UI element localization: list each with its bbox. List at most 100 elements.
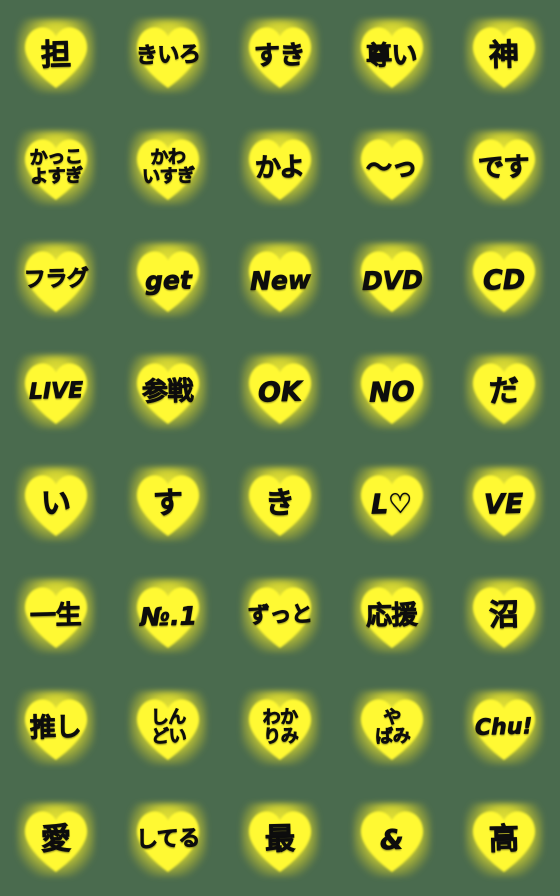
heart-sticker-r5c2[interactable]: す <box>129 467 207 541</box>
emoji-cell[interactable]: や ばみ <box>336 672 448 784</box>
heart-sticker-r5c3[interactable]: き <box>241 467 319 541</box>
emoji-label: DVD <box>361 264 423 296</box>
emoji-cell[interactable]: 応援 <box>336 560 448 672</box>
emoji-cell[interactable]: 一生 <box>0 560 112 672</box>
emoji-cell[interactable]: 〜っ <box>336 112 448 224</box>
heart-sticker-r2c3[interactable]: かよ <box>241 131 319 205</box>
heart-sticker-r4c3[interactable]: OK <box>241 355 319 429</box>
emoji-label: get <box>144 264 192 296</box>
emoji-cell[interactable]: DVD <box>336 224 448 336</box>
emoji-cell[interactable]: OK <box>224 336 336 448</box>
heart-sticker-r6c2[interactable]: №.1 <box>129 579 207 653</box>
emoji-cell[interactable]: きいろ <box>112 0 224 112</box>
heart-sticker-r2c5[interactable]: です <box>465 131 543 205</box>
emoji-cell[interactable]: してる <box>112 784 224 896</box>
emoji-label: Chu! <box>474 714 534 741</box>
emoji-cell[interactable]: しん どい <box>112 672 224 784</box>
emoji-grid: 担きいろ すき 尊い神かっこ よすぎ かわ いすぎ かよ 〜っ です フラグ get New DVD… <box>0 0 560 896</box>
emoji-cell[interactable]: かよ <box>224 112 336 224</box>
heart-sticker-r6c4[interactable]: 応援 <box>353 579 431 653</box>
emoji-cell[interactable]: №.1 <box>112 560 224 672</box>
emoji-cell[interactable]: & <box>336 784 448 896</box>
emoji-label: 〜っ <box>366 152 418 184</box>
emoji-cell[interactable]: 高 <box>448 784 560 896</box>
emoji-cell[interactable]: 愛 <box>0 784 112 896</box>
heart-sticker-r5c5[interactable]: VE <box>465 467 543 541</box>
emoji-cell[interactable]: 沼 <box>448 560 560 672</box>
emoji-cell[interactable]: すき <box>224 0 336 112</box>
emoji-cell[interactable]: い <box>0 448 112 560</box>
heart-sticker-r6c1[interactable]: 一生 <box>17 579 95 653</box>
heart-sticker-r1c5[interactable]: 神 <box>465 19 543 93</box>
heart-sticker-r4c1[interactable]: LIVE <box>17 355 95 429</box>
emoji-label: New <box>249 264 311 296</box>
emoji-cell[interactable]: Chu! <box>448 672 560 784</box>
heart-sticker-r8c3[interactable]: 最 <box>241 803 319 877</box>
heart-sticker-r2c4[interactable]: 〜っ <box>353 131 431 205</box>
emoji-label: だ <box>488 373 520 410</box>
heart-sticker-r1c3[interactable]: すき <box>241 19 319 93</box>
emoji-cell[interactable]: だ <box>448 336 560 448</box>
emoji-label: ずっと <box>247 602 313 629</box>
emoji-cell[interactable]: NO <box>336 336 448 448</box>
emoji-label: かわ いすぎ <box>141 146 195 188</box>
heart-sticker-r8c1[interactable]: 愛 <box>17 803 95 877</box>
emoji-cell[interactable]: き <box>224 448 336 560</box>
heart-sticker-r3c5[interactable]: CD <box>465 243 543 317</box>
heart-sticker-r8c5[interactable]: 高 <box>465 803 543 877</box>
heart-sticker-r8c2[interactable]: してる <box>129 803 207 877</box>
heart-sticker-r4c5[interactable]: だ <box>465 355 543 429</box>
heart-sticker-r6c3[interactable]: ずっと <box>241 579 319 653</box>
emoji-cell[interactable]: CD <box>448 224 560 336</box>
emoji-cell[interactable]: フラグ <box>0 224 112 336</box>
emoji-cell[interactable]: 神 <box>448 0 560 112</box>
heart-sticker-r7c2[interactable]: しん どい <box>129 691 207 765</box>
heart-sticker-r4c4[interactable]: NO <box>353 355 431 429</box>
heart-sticker-r3c4[interactable]: DVD <box>353 243 431 317</box>
heart-sticker-r2c2[interactable]: かわ いすぎ <box>129 131 207 205</box>
emoji-label: い <box>40 485 72 522</box>
emoji-cell[interactable]: New <box>224 224 336 336</box>
emoji-cell[interactable]: 参戦 <box>112 336 224 448</box>
emoji-cell[interactable]: L♡ <box>336 448 448 560</box>
heart-sticker-r4c2[interactable]: 参戦 <box>129 355 207 429</box>
heart-sticker-r2c1[interactable]: かっこ よすぎ <box>17 131 95 205</box>
emoji-cell[interactable]: かっこ よすぎ <box>0 112 112 224</box>
emoji-label: 応援 <box>366 600 418 632</box>
heart-sticker-r5c4[interactable]: L♡ <box>353 467 431 541</box>
heart-sticker-r3c2[interactable]: get <box>129 243 207 317</box>
emoji-sheet: 担きいろ すき 尊い神かっこ よすぎ かわ いすぎ かよ 〜っ です フラグ get New DVD… <box>0 0 560 896</box>
emoji-cell[interactable]: わか りみ <box>224 672 336 784</box>
emoji-label: 尊い <box>366 40 418 72</box>
emoji-cell[interactable]: す <box>112 448 224 560</box>
heart-sticker-r3c1[interactable]: フラグ <box>17 243 95 317</box>
emoji-label: す <box>152 485 184 522</box>
emoji-cell[interactable]: 担 <box>0 0 112 112</box>
emoji-label: №.1 <box>139 600 197 632</box>
heart-sticker-r5c1[interactable]: い <box>17 467 95 541</box>
emoji-cell[interactable]: LIVE <box>0 336 112 448</box>
emoji-label: & <box>379 824 405 856</box>
heart-sticker-r1c1[interactable]: 担 <box>17 19 95 93</box>
emoji-label: CD <box>482 263 526 297</box>
heart-sticker-r8c4[interactable]: & <box>353 803 431 877</box>
heart-sticker-r3c3[interactable]: New <box>241 243 319 317</box>
emoji-label: 一生 <box>30 600 82 632</box>
heart-sticker-r6c5[interactable]: 沼 <box>465 579 543 653</box>
emoji-cell[interactable]: かわ いすぎ <box>112 112 224 224</box>
heart-sticker-r1c4[interactable]: 尊い <box>353 19 431 93</box>
heart-sticker-r1c2[interactable]: きいろ <box>129 19 207 93</box>
emoji-label: 推し <box>30 712 82 744</box>
emoji-cell[interactable]: get <box>112 224 224 336</box>
emoji-label: 愛 <box>40 821 72 858</box>
emoji-cell[interactable]: 推し <box>0 672 112 784</box>
emoji-cell[interactable]: VE <box>448 448 560 560</box>
heart-sticker-r7c3[interactable]: わか りみ <box>241 691 319 765</box>
emoji-cell[interactable]: 尊い <box>336 0 448 112</box>
emoji-cell[interactable]: です <box>448 112 560 224</box>
emoji-cell[interactable]: 最 <box>224 784 336 896</box>
heart-sticker-r7c4[interactable]: や ばみ <box>353 691 431 765</box>
heart-sticker-r7c5[interactable]: Chu! <box>465 691 543 765</box>
emoji-cell[interactable]: ずっと <box>224 560 336 672</box>
heart-sticker-r7c1[interactable]: 推し <box>17 691 95 765</box>
